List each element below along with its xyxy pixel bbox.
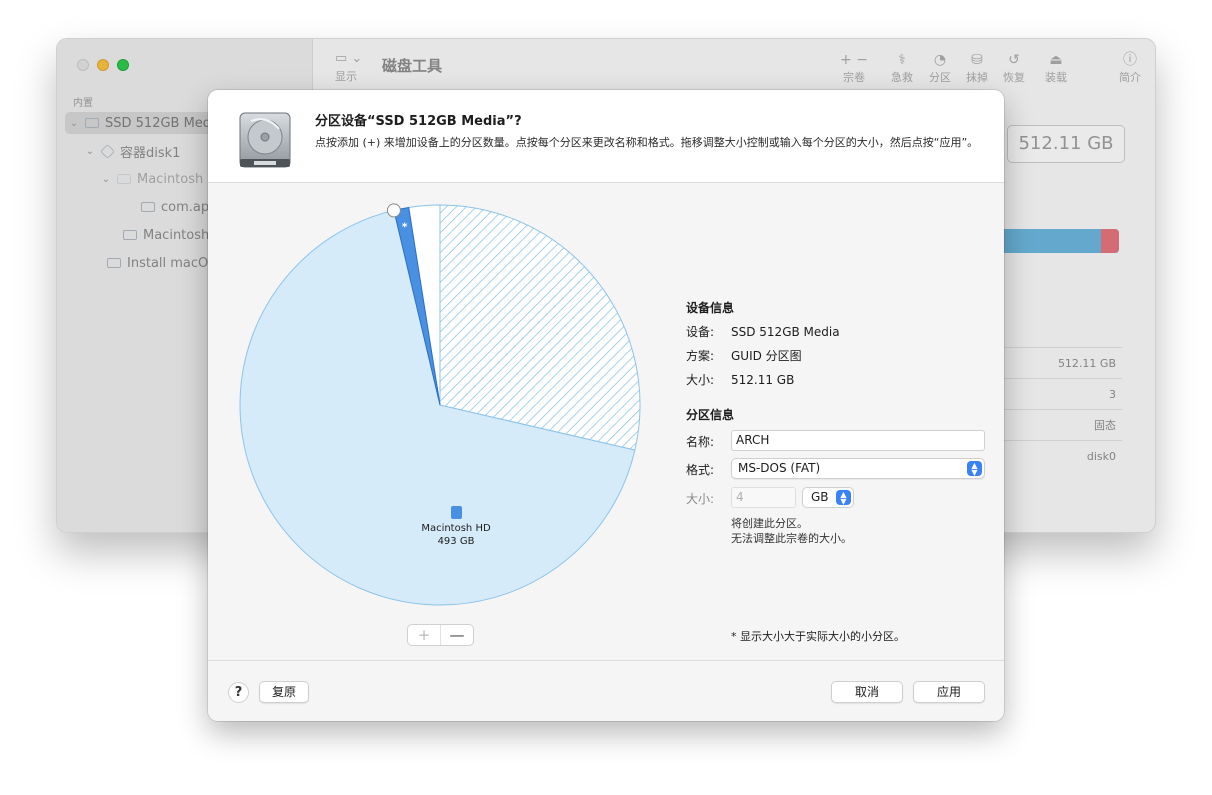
revert-button[interactable]: 复原 [259,681,309,703]
add-partition-button[interactable]: + [408,625,441,645]
partition-pie-chart[interactable]: * [230,195,650,615]
hard-drive-icon [239,112,291,168]
size-unit-select[interactable]: GB ▲ ▼ [802,487,854,508]
cancel-button[interactable]: 取消 [831,681,903,703]
format-select[interactable]: MS-DOS (FAT) ▲ ▼ [731,458,985,479]
partition-note-line2: 无法调整此宗卷的大小。 [731,532,852,545]
help-button[interactable]: ? [228,682,249,703]
apply-button[interactable]: 应用 [913,681,985,703]
format-value: MS-DOS (FAT) [738,461,821,475]
partition-name: Macintosh HD [421,523,491,534]
finder-icon [450,506,462,519]
device-row: 设备: SSD 512GB Media [686,325,840,339]
add-remove-control: + — [407,624,474,646]
size-row: 大小: 512.11 GB [686,373,795,387]
remove-partition-button[interactable]: — [441,625,473,645]
sheet-footer: ? 复原 取消 应用 [208,660,1004,721]
sheet-header: 分区设备“SSD 512GB Media”? 点按添加 (+) 来增加设备上的分… [208,90,1004,183]
partition-note-line1: 将创建此分区。 [731,517,808,530]
updown-chevron-icon: ▲ ▼ [836,490,851,506]
partition-sheet: 分区设备“SSD 512GB Media”? 点按添加 (+) 来增加设备上的分… [208,90,1004,721]
macintosh-hd-label: Macintosh HD 493 GB [406,506,506,548]
small-partition-footnote: * 显示大小大于实际大小的小分区。 [731,630,905,643]
size-label: 大小: [686,492,715,506]
partition-size: 493 GB [437,536,475,547]
format-label: 格式: [686,463,715,477]
partition-name-field[interactable]: ARCH [731,430,985,451]
scheme-row: 方案: GUID 分区图 [686,349,802,363]
sheet-description: 点按添加 (+) 来增加设备上的分区数量。点按每个分区来更改名称和格式。拖移调整… [315,136,979,149]
updown-chevron-icon: ▲ ▼ [967,461,982,477]
name-label: 名称: [686,435,715,449]
resize-handle[interactable] [386,203,401,218]
sheet-title: 分区设备“SSD 512GB Media”? [315,114,522,129]
asterisk-marker: * [402,220,408,233]
device-info-heading: 设备信息 [686,301,735,315]
partition-size-field[interactable]: 4 [731,487,796,508]
partition-info-heading: 分区信息 [686,408,735,422]
size-unit-value: GB [811,490,829,504]
